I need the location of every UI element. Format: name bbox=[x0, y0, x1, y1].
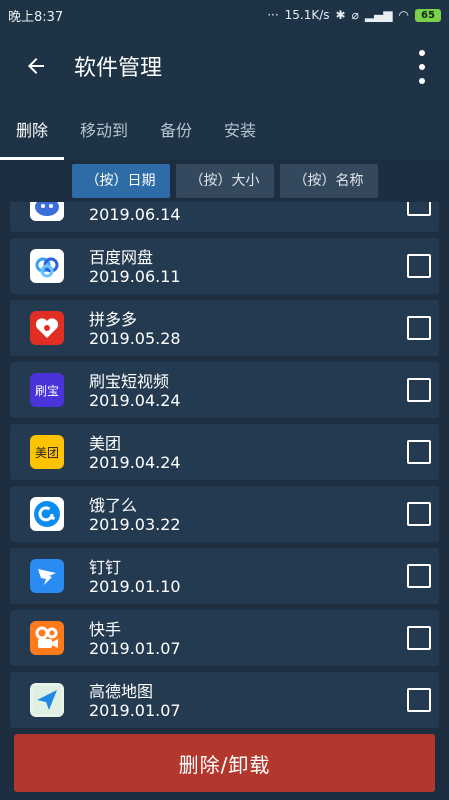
select-checkbox[interactable] bbox=[407, 378, 431, 402]
bottom-action-bar: 删除/卸载 bbox=[0, 730, 449, 800]
page-title: 软件管理 bbox=[74, 56, 163, 81]
list-item[interactable]: 百度网盘 2019.06.11 bbox=[10, 238, 439, 294]
network-speed: 15.1K/s bbox=[284, 8, 330, 22]
list-item[interactable]: 拼多多 2019.05.28 bbox=[10, 300, 439, 356]
amap-icon bbox=[30, 683, 64, 717]
status-bar: 晚上8:37 ··· 15.1K/s ✱ ⌀ ▂▄▆ ◠ 65 bbox=[0, 0, 449, 30]
app-date: 2019.06.11 bbox=[89, 267, 181, 286]
select-checkbox[interactable] bbox=[407, 502, 431, 526]
select-checkbox[interactable] bbox=[407, 688, 431, 712]
sort-by-date-button[interactable]: （按）日期 bbox=[71, 164, 170, 198]
list-item[interactable]: 美团 美团 2019.04.24 bbox=[10, 424, 439, 480]
app-date: 2019.04.24 bbox=[89, 453, 181, 472]
app-name: 百度网盘 bbox=[89, 248, 154, 267]
cartoon-app-icon bbox=[30, 202, 64, 221]
list-item[interactable]: 饿了么 2019.03.22 bbox=[10, 486, 439, 542]
meituan-icon: 美团 bbox=[30, 435, 64, 469]
app-name: 刷宝短视频 bbox=[89, 372, 170, 391]
app-name: 美团 bbox=[89, 434, 122, 453]
select-checkbox[interactable] bbox=[407, 202, 431, 216]
status-icons: ··· 15.1K/s ✱ ⌀ ▂▄▆ ◠ 65 bbox=[267, 8, 441, 22]
kuaishou-icon bbox=[30, 621, 64, 655]
pinduoduo-icon bbox=[30, 311, 64, 345]
app-date: 2019.01.07 bbox=[89, 701, 181, 720]
delete-uninstall-button[interactable]: 删除/卸载 bbox=[14, 734, 435, 792]
app-date: 2019.06.14 bbox=[89, 205, 181, 224]
status-more-icon: ··· bbox=[267, 8, 279, 22]
tab-backup[interactable]: 备份 bbox=[144, 102, 208, 160]
bluetooth-icon: ✱ bbox=[335, 8, 346, 22]
status-time: 晚上8:37 bbox=[8, 9, 64, 25]
eleme-icon bbox=[30, 497, 64, 531]
more-vert-icon[interactable] bbox=[417, 50, 427, 84]
app-name: 饿了么 bbox=[89, 496, 138, 515]
app-date: 2019.04.24 bbox=[89, 391, 181, 410]
select-checkbox[interactable] bbox=[407, 440, 431, 464]
mute-icon: ⌀ bbox=[351, 8, 359, 22]
tab-delete[interactable]: 删除 bbox=[0, 102, 65, 160]
list-item[interactable]: 快手 2019.01.07 bbox=[10, 610, 439, 666]
select-checkbox[interactable] bbox=[407, 626, 431, 650]
signal-icon: ▂▄▆ bbox=[364, 8, 393, 22]
shuabao-icon: 刷宝 bbox=[30, 373, 64, 407]
app-list[interactable]: 2019.06.14 百度网盘 2019.06.11 拼多多 2019.05.2… bbox=[0, 202, 449, 730]
tab-bar: 删除 移动到 备份 安装 bbox=[0, 102, 449, 160]
tab-install[interactable]: 安装 bbox=[208, 102, 272, 160]
app-name: 钉钉 bbox=[89, 558, 122, 577]
select-checkbox[interactable] bbox=[407, 316, 431, 340]
back-arrow-icon[interactable] bbox=[12, 42, 60, 90]
baidu-netdisk-icon bbox=[30, 249, 64, 283]
app-date: 2019.03.22 bbox=[89, 515, 181, 534]
battery-icon: 65 bbox=[415, 8, 441, 22]
list-item[interactable]: 2019.06.14 bbox=[10, 202, 439, 232]
select-checkbox[interactable] bbox=[407, 564, 431, 588]
select-checkbox[interactable] bbox=[407, 254, 431, 278]
tab-move-to[interactable]: 移动到 bbox=[64, 102, 144, 160]
list-item[interactable]: 钉钉 2019.01.10 bbox=[10, 548, 439, 604]
sort-by-size-button[interactable]: （按）大小 bbox=[175, 164, 274, 198]
sort-by-name-button[interactable]: （按）名称 bbox=[279, 164, 378, 198]
app-name: 拼多多 bbox=[89, 310, 138, 329]
app-name: 快手 bbox=[89, 620, 122, 639]
app-bar: 软件管理 bbox=[0, 30, 449, 102]
app-name: 高德地图 bbox=[89, 682, 154, 701]
list-item[interactable]: 刷宝 刷宝短视频 2019.04.24 bbox=[10, 362, 439, 418]
app-date: 2019.01.10 bbox=[89, 577, 181, 596]
sort-options: （按）日期 （按）大小 （按）名称 bbox=[0, 160, 449, 202]
app-date: 2019.05.28 bbox=[89, 329, 181, 348]
app-date: 2019.01.07 bbox=[89, 639, 181, 658]
list-item[interactable]: 高德地图 2019.01.07 bbox=[10, 672, 439, 728]
wifi-icon: ◠ bbox=[398, 8, 409, 22]
dingtalk-icon bbox=[30, 559, 64, 593]
